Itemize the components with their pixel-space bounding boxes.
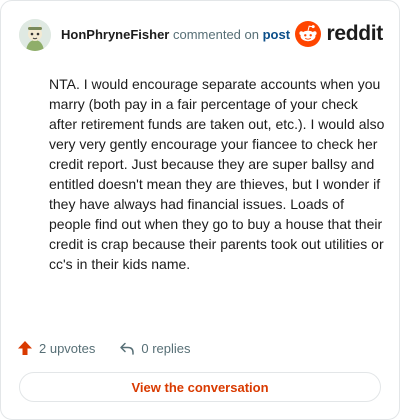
post-link[interactable]: post xyxy=(263,27,290,42)
commented-on-text: commented on xyxy=(172,27,259,42)
view-conversation-button[interactable]: View the conversation xyxy=(19,372,381,402)
reddit-snoo-icon xyxy=(295,21,322,47)
comment-embed-card: HonPhryneFisher commented on post reddit… xyxy=(0,0,400,420)
comment-meta: HonPhryneFisher commented on post xyxy=(61,26,290,44)
upvotes-count: 2 upvotes xyxy=(39,340,96,356)
username-link[interactable]: HonPhryneFisher xyxy=(61,27,169,42)
reddit-logo[interactable]: reddit xyxy=(295,21,383,47)
comment-header: HonPhryneFisher commented on post reddit xyxy=(19,19,383,51)
comment-body: NTA. I would encourage separate accounts… xyxy=(49,76,385,272)
user-avatar[interactable] xyxy=(19,19,51,51)
comment-actions: 2 upvotes 0 replies xyxy=(17,338,215,358)
replies-count: 0 replies xyxy=(141,340,191,356)
reply-arrow-icon xyxy=(120,342,135,355)
reddit-wordmark: reddit xyxy=(326,22,383,45)
reply-action[interactable]: 0 replies xyxy=(119,340,191,356)
upvote-action[interactable]: 2 upvotes xyxy=(17,340,95,356)
upvote-arrow-icon xyxy=(18,341,32,355)
